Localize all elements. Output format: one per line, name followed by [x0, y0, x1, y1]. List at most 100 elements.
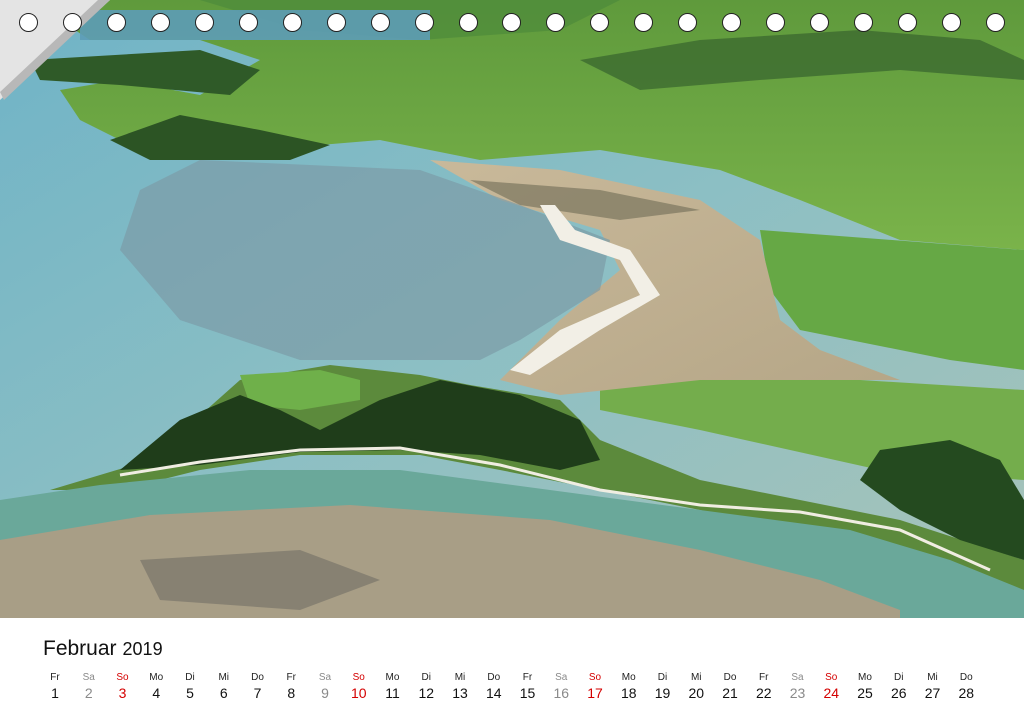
day-strip: Fr 1 Sa 2 So 3 Mo 4 Di 5 Mi 6 Do 7 Fr 8 Sa 9 So 10 Mo 11 Di 12 M…	[38, 672, 1008, 703]
weekday-label: Do	[487, 672, 501, 683]
day-cell: Di 5	[173, 672, 207, 702]
day-number: 28	[958, 685, 975, 701]
binding-hole	[678, 13, 697, 32]
weekday-label: So	[588, 672, 602, 683]
day-number: 2	[84, 685, 93, 701]
day-cell: Sa 23	[781, 672, 815, 702]
day-number: 25	[857, 685, 873, 701]
day-cell: Sa 16	[544, 672, 578, 702]
day-number: 10	[350, 685, 367, 701]
day-cell: So 17	[578, 672, 612, 702]
binding-hole	[107, 13, 126, 32]
day-number: 20	[688, 685, 705, 701]
day-number: 15	[519, 685, 536, 701]
day-cell: Sa 2	[72, 672, 106, 702]
binding-hole	[634, 13, 653, 32]
weekday-label: Sa	[791, 672, 804, 683]
day-cell: Mi 20	[679, 672, 713, 702]
day-number: 13	[452, 685, 468, 701]
binding-hole	[63, 13, 82, 32]
day-cell: So 10	[342, 672, 376, 702]
weekday-label: Mi	[927, 672, 938, 683]
year: 2019	[122, 639, 163, 659]
day-cell: Mi 6	[207, 672, 241, 702]
weekday-label: So	[116, 672, 129, 683]
weekday-label: Di	[657, 672, 668, 683]
day-cell: Fr 22	[747, 672, 781, 702]
day-number: 4	[152, 685, 161, 701]
binding-hole	[590, 13, 609, 32]
weekday-label: So	[825, 672, 838, 683]
day-cell: Mo 18	[612, 672, 646, 702]
day-cell: Di 26	[882, 672, 916, 702]
day-cell: So 24	[814, 672, 848, 702]
weekday-label: Di	[421, 672, 431, 683]
binding-hole	[239, 13, 258, 32]
day-number: 3	[118, 685, 127, 701]
binding-hole	[19, 13, 38, 32]
weekday-label: So	[352, 672, 365, 683]
month-name: Februar	[43, 637, 117, 660]
weekday-label: Mo	[858, 672, 872, 683]
weekday-label: Fr	[286, 672, 296, 683]
day-cell: Mi 27	[916, 672, 950, 702]
day-number: 19	[654, 685, 671, 701]
weekday-label: Mo	[149, 672, 164, 683]
day-number: 17	[587, 685, 603, 701]
month-title: Februar 2019	[43, 637, 163, 661]
day-cell: So 3	[106, 672, 140, 702]
weekday-label: Fr	[50, 672, 60, 683]
weekday-label: Mo	[621, 672, 636, 683]
binding-hole	[722, 13, 741, 32]
day-number: 18	[620, 685, 637, 701]
weekday-label: Fr	[522, 672, 533, 683]
binding-hole	[502, 13, 521, 32]
day-cell: Fr 1	[38, 672, 72, 702]
day-cell: Mo 25	[848, 672, 882, 702]
day-number: 23	[789, 685, 806, 701]
day-number: 8	[287, 685, 296, 701]
weekday-label: Mi	[690, 672, 702, 683]
binding-hole	[942, 13, 961, 32]
day-number: 14	[485, 685, 502, 701]
weekday-label: Do	[959, 672, 973, 683]
weekday-label: Di	[185, 672, 195, 683]
day-number: 6	[219, 685, 228, 701]
weekday-label: Sa	[555, 672, 568, 683]
day-number: 22	[755, 685, 772, 701]
binding-hole	[283, 13, 302, 32]
day-number: 7	[253, 685, 262, 701]
day-cell: Fr 8	[274, 672, 308, 702]
day-cell: Di 19	[646, 672, 680, 702]
weekday-label: Mi	[218, 672, 230, 683]
day-cell: Mo 4	[139, 672, 173, 702]
binding-hole	[986, 13, 1005, 32]
spiral-binding	[0, 0, 1024, 44]
day-number: 24	[823, 685, 840, 701]
aerial-coast-image	[0, 0, 1024, 618]
day-number: 26	[890, 685, 907, 701]
weekday-label: Fr	[759, 672, 769, 683]
weekday-label: Do	[251, 672, 264, 683]
day-number: 5	[186, 685, 194, 701]
day-number: 9	[321, 685, 329, 701]
binding-hole	[327, 13, 346, 32]
binding-hole	[459, 13, 478, 32]
day-number: 16	[553, 685, 570, 701]
binding-hole	[810, 13, 829, 32]
day-number: 27	[924, 685, 941, 701]
binding-hole	[766, 13, 785, 32]
day-number: 11	[385, 685, 400, 701]
day-cell: Do 28	[949, 672, 983, 702]
weekday-label: Mi	[454, 672, 466, 683]
day-cell: Sa 9	[308, 672, 342, 702]
binding-hole	[195, 13, 214, 32]
day-cell: Do 21	[713, 672, 747, 702]
binding-hole	[151, 13, 170, 32]
day-cell: Do 7	[241, 672, 275, 702]
weekday-label: Sa	[82, 672, 95, 683]
weekday-label: Mo	[385, 672, 400, 683]
binding-hole	[415, 13, 434, 32]
day-cell: Mo 11	[376, 672, 410, 702]
day-number: 12	[418, 685, 435, 701]
